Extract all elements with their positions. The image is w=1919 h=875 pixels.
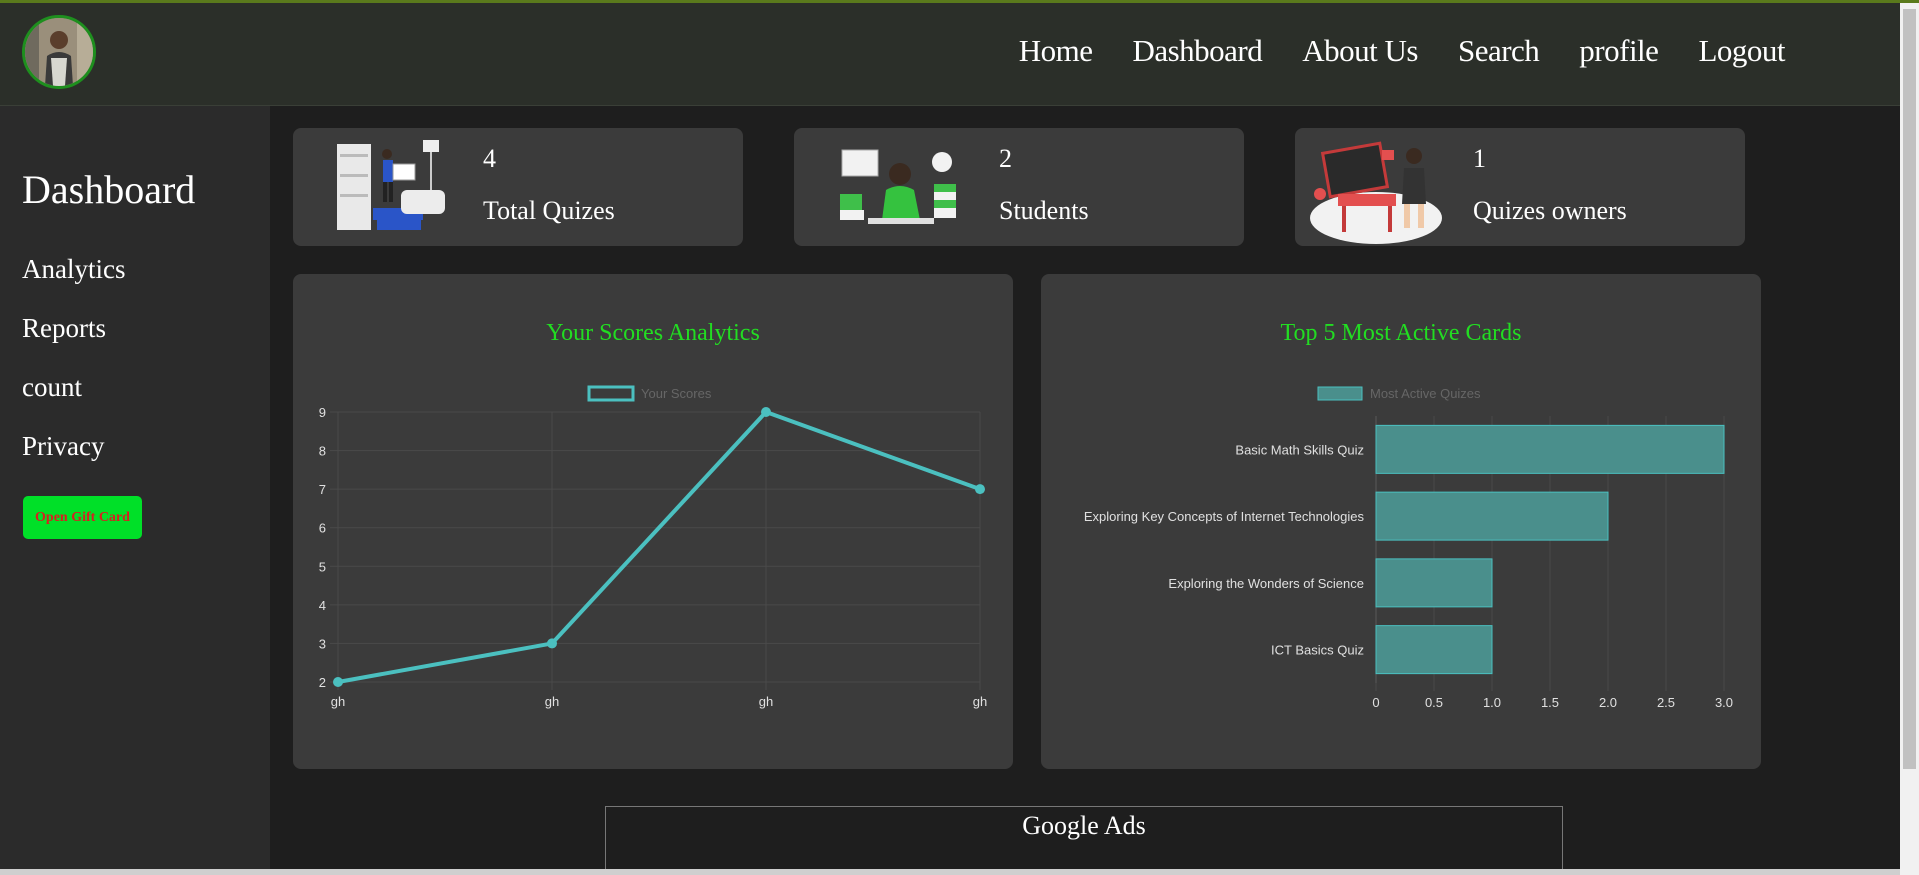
stat-label: Total Quizes: [483, 196, 615, 225]
x-tick-label: 0.5: [1425, 695, 1443, 710]
avatar[interactable]: [22, 15, 96, 89]
y-tick-label: 7: [319, 482, 326, 497]
nav-logout[interactable]: Logout: [1698, 33, 1785, 69]
y-tick-label: 6: [319, 521, 326, 536]
stat-card-students: 2 Students: [794, 128, 1244, 246]
nav-search[interactable]: Search: [1458, 33, 1540, 69]
main-nav: Home Dashboard About Us Search profile L…: [1019, 33, 1786, 69]
bookshelf-illustration-icon: [331, 134, 451, 238]
x-tick-label: gh: [331, 694, 345, 709]
top-navbar: Home Dashboard About Us Search profile L…: [0, 3, 1900, 106]
stat-card-quizes-owners: 1 Quizes owners: [1295, 128, 1745, 246]
stressed-student-illustration-icon: [840, 149, 956, 224]
nav-home[interactable]: Home: [1019, 33, 1093, 69]
bar: [1375, 558, 1493, 608]
nav-dashboard[interactable]: Dashboard: [1132, 33, 1262, 69]
stat-label: Students: [999, 196, 1089, 225]
series-line: [337, 410, 981, 684]
y-tick-label: 5: [319, 559, 326, 574]
stat-card-total-quizes: 4 Total Quizes: [293, 128, 743, 246]
stat-value: 2: [999, 144, 1012, 173]
data-point: [761, 407, 771, 417]
x-tick-label: gh: [759, 694, 773, 709]
bar: [1375, 424, 1725, 474]
y-tick-label: 3: [319, 636, 326, 651]
google-ads-box: Google Ads: [605, 806, 1563, 875]
teacher-illustration-icon: [1310, 141, 1442, 244]
x-tick-label: gh: [545, 694, 559, 709]
x-tick-label: 0: [1372, 695, 1379, 710]
legend-label: Most Active Quizes: [1370, 386, 1481, 401]
y-category-label: Exploring the Wonders of Science: [1168, 576, 1364, 591]
ads-label: Google Ads: [1022, 811, 1146, 840]
x-tick-label: 2.0: [1599, 695, 1617, 710]
y-category-label: Basic Math Skills Quiz: [1235, 442, 1364, 457]
nav-about-us[interactable]: About Us: [1302, 33, 1418, 69]
sidebar: Dashboard Analytics Reports count Privac…: [0, 106, 270, 875]
stat-value: 4: [483, 144, 496, 173]
sidebar-item-count[interactable]: count: [22, 372, 82, 403]
x-tick-label: 2.5: [1657, 695, 1675, 710]
person-photo-icon: [25, 18, 93, 86]
y-tick-label: 8: [319, 444, 326, 459]
y-tick-label: 9: [319, 405, 326, 420]
legend-swatch: [587, 385, 635, 402]
sidebar-title: Dashboard: [22, 167, 196, 212]
scrollbar-thumb[interactable]: [1903, 9, 1916, 769]
most-active-cards-panel: Top 5 Most Active Cards Most Active Quiz…: [1041, 274, 1761, 769]
y-tick-label: 4: [319, 598, 326, 613]
legend-label: Your Scores: [641, 386, 712, 401]
x-tick-label: 3.0: [1715, 695, 1733, 710]
y-category-label: Exploring Key Concepts of Internet Techn…: [1084, 509, 1365, 524]
scores-line-chart: Your Scores 2 3 4 5 6 7 8 9 gh gh gh gh: [319, 385, 987, 709]
bar: [1375, 491, 1609, 541]
sidebar-item-analytics[interactable]: Analytics: [22, 254, 125, 285]
bar: [1375, 625, 1493, 675]
data-point: [975, 484, 985, 495]
y-category-label: ICT Basics Quiz: [1271, 643, 1364, 658]
data-point: [547, 638, 557, 649]
x-tick-label: 1.5: [1541, 695, 1559, 710]
bottom-bar: [0, 869, 1900, 875]
y-tick-label: 2: [319, 675, 326, 690]
stat-value: 1: [1473, 144, 1486, 173]
legend-swatch: [1317, 386, 1363, 401]
data-point: [333, 677, 343, 687]
sidebar-item-privacy[interactable]: Privacy: [22, 431, 104, 462]
vertical-scrollbar[interactable]: [1900, 3, 1919, 875]
sidebar-item-reports[interactable]: Reports: [22, 313, 106, 344]
scores-analytics-panel: Your Scores Analytics Your Scores 2 3 4 5 6 7 8…: [293, 274, 1013, 769]
x-tick-label: 1.0: [1483, 695, 1501, 710]
x-tick-label: gh: [973, 694, 987, 709]
open-gift-card-button[interactable]: Open Gift Card: [23, 496, 142, 539]
nav-profile[interactable]: profile: [1579, 33, 1659, 69]
active-cards-bar-chart: Most Active Quizes 0 0.5 1.0 1.5 2.0 2.5 3.0 Bas…: [1084, 386, 1733, 710]
stat-label: Quizes owners: [1473, 196, 1627, 225]
